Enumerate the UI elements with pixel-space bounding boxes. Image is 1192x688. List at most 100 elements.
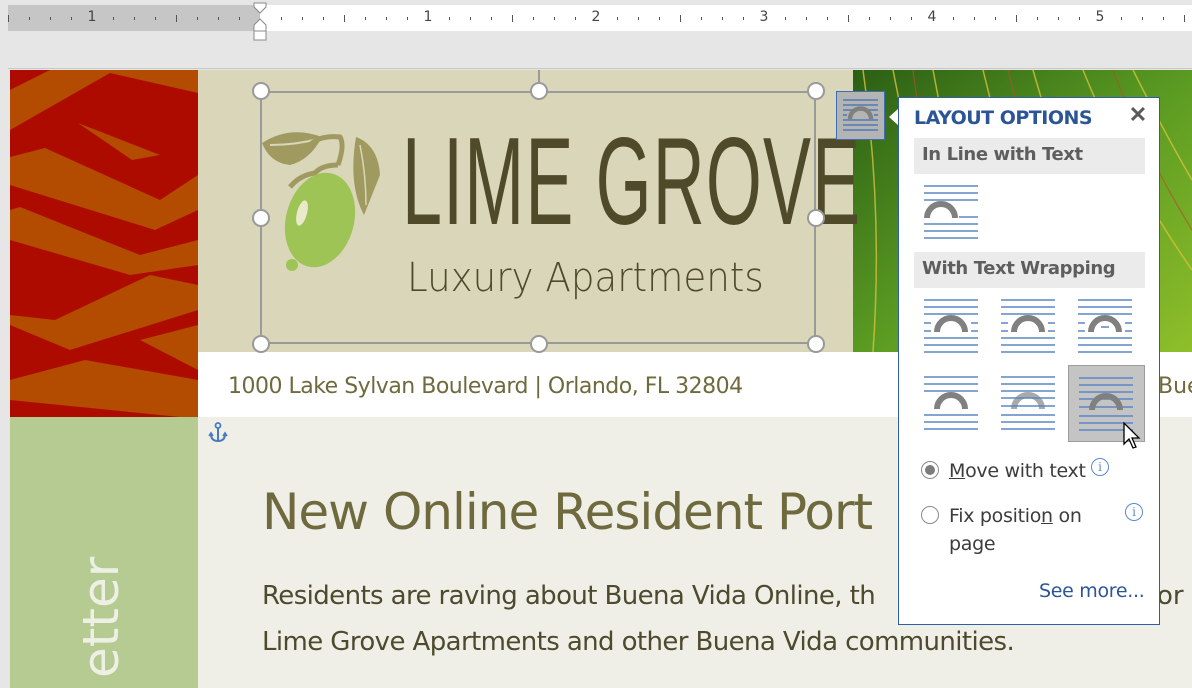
ruler-tick [659, 17, 660, 20]
wrap-tight-icon [1001, 299, 1055, 353]
section-in-line: In Line with Text [914, 138, 1145, 174]
mouse-cursor-icon [1123, 422, 1141, 449]
ruler-tick [491, 17, 492, 20]
ruler-tick [302, 17, 303, 20]
ruler-label: 2 [591, 9, 601, 25]
info-icon[interactable]: i [1125, 503, 1143, 521]
ruler-tick [890, 17, 891, 20]
ruler-tick [176, 15, 177, 22]
wrap-tight-option[interactable] [991, 288, 1068, 365]
ruler-tick [1142, 17, 1143, 20]
ruler-tick [1121, 17, 1122, 20]
ruler-tick [449, 17, 450, 20]
ruler-tick [743, 17, 744, 20]
ruler-tick [617, 17, 618, 20]
ruler-tick [155, 17, 156, 20]
body-line-tail: or r [1157, 581, 1192, 611]
ruler-tick [344, 15, 345, 22]
article-headline[interactable]: New Online Resident Port [262, 483, 873, 541]
ruler-tick [638, 17, 639, 20]
sidebar-vertical-text: etter [72, 556, 130, 678]
body-line: Lime Grove Apartments and other Buena Vi… [262, 627, 1015, 657]
ruler-tick [1163, 17, 1164, 20]
resize-handle-top[interactable] [530, 82, 548, 100]
anchor-icon[interactable] [208, 422, 228, 444]
ruler-tick [806, 17, 807, 20]
wrap-top-and-bottom-option[interactable] [914, 365, 991, 442]
decorative-pattern-image [10, 70, 198, 417]
wrap-through-icon [1078, 299, 1132, 353]
close-icon[interactable]: ✕ [1127, 104, 1149, 126]
resize-handle-top-left[interactable] [252, 82, 270, 100]
wrap-behind-text-option[interactable] [991, 365, 1068, 442]
ruler-tick [554, 17, 555, 20]
ruler-tick [680, 15, 681, 22]
image-selection-frame[interactable] [260, 91, 816, 344]
ruler-tick [365, 17, 366, 20]
ruler-tick [239, 17, 240, 20]
ruler-tick [386, 17, 387, 20]
ruler-tick [113, 17, 114, 20]
ruler-tick [8, 15, 9, 22]
ruler-tick [974, 17, 975, 20]
ruler-tick [281, 17, 282, 20]
move-with-text-label: Move with text [949, 460, 1086, 482]
ruler-tick [50, 17, 51, 20]
ruler-tick [827, 17, 828, 20]
resize-handle-top-right[interactable] [807, 82, 825, 100]
ruler-tick [218, 17, 219, 20]
wrap-in-line-icon [924, 185, 978, 239]
info-icon[interactable]: i [1091, 458, 1109, 476]
fix-position-label: Fix position on page [949, 505, 1082, 555]
ruler-tick [134, 17, 135, 20]
wrap-square-icon [924, 299, 978, 353]
resize-handle-right[interactable] [807, 209, 825, 227]
ruler-tick [575, 17, 576, 20]
resize-handle-bottom-right[interactable] [807, 335, 825, 353]
ruler-tick [848, 15, 849, 22]
ruler-tick [470, 17, 471, 20]
ruler-tick [1079, 17, 1080, 20]
resize-handle-bottom-left[interactable] [252, 335, 270, 353]
ruler-label: 1 [87, 9, 97, 25]
ruler-label: 1 [423, 9, 433, 25]
move-with-text-radio[interactable] [921, 461, 939, 479]
ruler-tick [533, 17, 534, 20]
ruler-tick [911, 17, 912, 20]
ruler-tick [995, 17, 996, 20]
wrap-behind-text-icon [1001, 376, 1055, 430]
ruler-tick [1037, 17, 1038, 20]
ruler-tick [197, 17, 198, 20]
wrap-through-option[interactable] [1068, 288, 1145, 365]
layout-options-button[interactable] [836, 91, 885, 140]
wrap-top-and-bottom-icon [924, 376, 978, 430]
layout-options-panel: LAYOUT OPTIONS ✕ In Line with Text With … [898, 97, 1160, 625]
ruler-tick [701, 17, 702, 20]
address-text: 1000 Lake Sylvan Boulevard | Orlando, FL… [228, 374, 743, 399]
address-right-fragment: Bue [1158, 374, 1192, 399]
ruler-tick [1016, 15, 1017, 22]
ruler-divider [8, 68, 1192, 69]
ruler-tick [512, 15, 513, 22]
ruler-tick [1058, 17, 1059, 20]
ruler-tick [407, 17, 408, 20]
ruler-tick [722, 17, 723, 20]
ruler-label: 3 [759, 9, 769, 25]
indent-marker-icon[interactable] [253, 2, 267, 42]
ruler-tick [323, 17, 324, 20]
panel-title: LAYOUT OPTIONS [914, 107, 1093, 129]
wrap-in-front-icon [843, 99, 878, 131]
ruler-tick [29, 17, 30, 20]
wrap-square-option[interactable] [914, 288, 991, 365]
resize-handle-bottom[interactable] [530, 335, 548, 353]
see-more-link[interactable]: See more... [1039, 580, 1145, 602]
ruler-tick [1184, 15, 1185, 22]
wrap-in-line-option[interactable] [914, 174, 991, 251]
fix-position-radio[interactable] [921, 506, 939, 524]
horizontal-ruler[interactable]: 1 1 2 3 4 5 [8, 5, 1192, 31]
resize-handle-left[interactable] [252, 209, 270, 227]
ruler-label: 4 [927, 9, 937, 25]
ruler-tick [953, 17, 954, 20]
ruler-label: 5 [1095, 9, 1105, 25]
section-with-wrapping: With Text Wrapping [914, 252, 1145, 288]
